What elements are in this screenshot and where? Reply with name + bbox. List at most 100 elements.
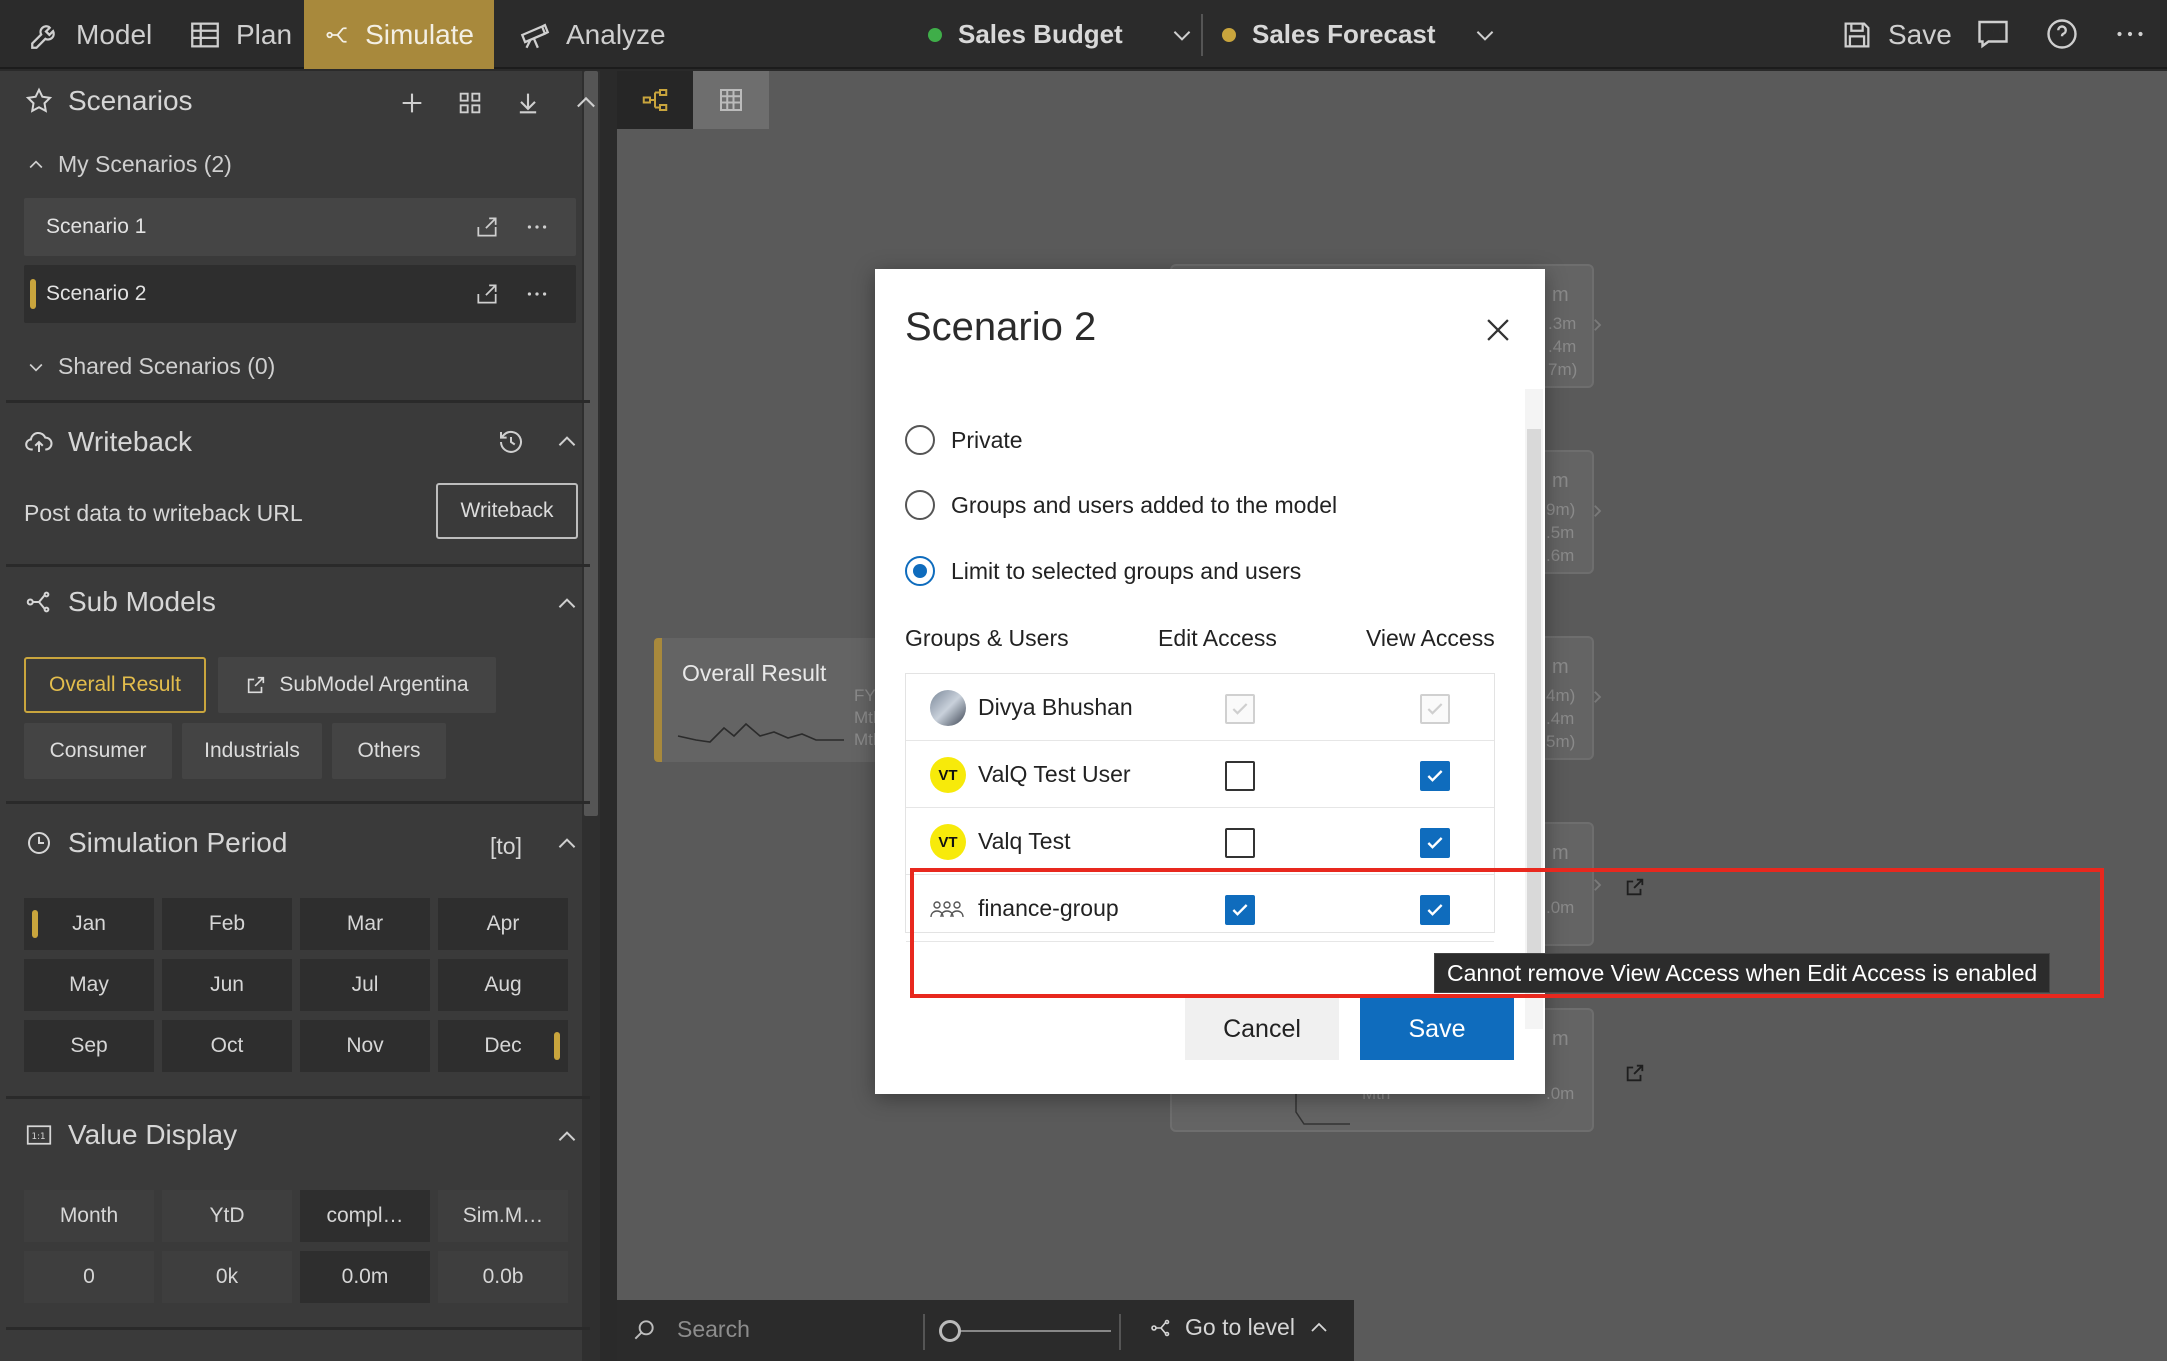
more-icon[interactable]	[524, 281, 550, 307]
grid-icon	[720, 89, 742, 111]
month-mar[interactable]: Mar	[300, 898, 430, 950]
chevron-up-icon[interactable]	[554, 429, 580, 455]
save-button[interactable]: Save	[1360, 998, 1514, 1060]
month-jun[interactable]: Jun	[162, 959, 292, 1011]
writeback-button[interactable]: Writeback	[436, 483, 578, 539]
help-icon[interactable]	[2044, 16, 2080, 52]
more-options-icon[interactable]	[2112, 16, 2148, 52]
edit-access-checkbox[interactable]	[1225, 828, 1255, 858]
writeback-header: Writeback	[24, 426, 192, 458]
submodel-argentina[interactable]: SubModel Argentina	[218, 657, 496, 713]
month-may[interactable]: May	[24, 959, 154, 1011]
value-display-unit-k[interactable]: 0k	[162, 1251, 292, 1303]
month-label: Oct	[210, 1034, 244, 1057]
divider	[6, 1096, 590, 1099]
left-panel-scrollbar[interactable]	[582, 71, 600, 1361]
scenario-item-selected[interactable]: Scenario 2	[24, 265, 576, 323]
chevron-up-icon	[29, 159, 43, 168]
value-display-compl[interactable]: compl…	[300, 1190, 430, 1242]
scenario-item[interactable]: Scenario 1	[24, 198, 576, 256]
month-jan[interactable]: Jan	[24, 898, 154, 950]
range-end-marker[interactable]	[554, 1032, 560, 1060]
cancel-button[interactable]: Cancel	[1185, 998, 1339, 1060]
view-access-checkbox[interactable]	[1420, 828, 1450, 858]
save-button[interactable]: Save	[1820, 0, 1972, 69]
submodel-others[interactable]: Others	[332, 723, 446, 779]
month-sep[interactable]: Sep	[24, 1020, 154, 1072]
month-jul[interactable]: Jul	[300, 959, 430, 1011]
radio-button-selected[interactable]	[905, 556, 935, 586]
share-icon[interactable]	[474, 281, 500, 307]
chevron-up-icon[interactable]	[554, 1124, 580, 1150]
chevron-down-icon	[29, 363, 43, 372]
download-icon[interactable]	[514, 89, 542, 117]
month-label: Apr	[486, 912, 520, 935]
go-to-level-button[interactable]: Go to level	[1149, 1314, 1331, 1341]
tab-model[interactable]: Model	[8, 0, 172, 69]
search-input[interactable]: Search	[631, 1316, 750, 1343]
shared-scenarios-group[interactable]: Shared Scenarios (0)	[26, 353, 275, 380]
scrollbar-thumb[interactable]	[584, 71, 598, 816]
divider	[6, 1327, 590, 1330]
option-model-users[interactable]: Groups and users added to the model	[905, 490, 1337, 520]
external-link-icon[interactable]	[1624, 1062, 1646, 1084]
edit-access-checkbox[interactable]	[1225, 694, 1255, 724]
value-display-unit-0[interactable]: 0	[24, 1251, 154, 1303]
divider	[923, 1314, 925, 1350]
more-icon[interactable]	[524, 214, 550, 240]
model-selector-sales-budget[interactable]: Sales Budget	[928, 0, 1195, 69]
grid-icon[interactable]	[456, 89, 484, 117]
chevron-right-icon[interactable]	[1588, 502, 1606, 520]
radio-button[interactable]	[905, 425, 935, 455]
chevron-up-icon[interactable]	[554, 591, 580, 617]
month-dec[interactable]: Dec	[438, 1020, 568, 1072]
value-display-ytd[interactable]: YtD	[162, 1190, 292, 1242]
clock-icon	[28, 832, 50, 854]
month-aug[interactable]: Aug	[438, 959, 568, 1011]
value-display-simm[interactable]: Sim.M…	[438, 1190, 568, 1242]
submodel-overall-result[interactable]: Overall Result	[24, 657, 206, 713]
tab-analyze[interactable]: Analyze	[498, 0, 686, 69]
edit-access-checkbox[interactable]	[1225, 761, 1255, 791]
submodel-industrials[interactable]: Industrials	[182, 723, 322, 779]
node-title: Overall Result	[682, 660, 827, 686]
zoom-slider[interactable]	[947, 1330, 1111, 1332]
add-icon[interactable]	[398, 89, 426, 117]
divider	[6, 801, 590, 804]
history-icon[interactable]	[496, 427, 526, 457]
range-start-marker[interactable]	[32, 910, 38, 938]
close-icon[interactable]	[1481, 313, 1515, 347]
month-apr[interactable]: Apr	[438, 898, 568, 950]
view-access-checkbox[interactable]	[1420, 694, 1450, 724]
my-scenarios-group[interactable]: My Scenarios (2)	[26, 151, 232, 178]
chevron-up-icon[interactable]	[554, 831, 580, 857]
month-label: Dec	[484, 1034, 522, 1057]
radio-button[interactable]	[905, 490, 935, 520]
month-oct[interactable]: Oct	[162, 1020, 292, 1072]
comment-icon[interactable]	[1975, 16, 2011, 52]
month-feb[interactable]: Feb	[162, 898, 292, 950]
chevron-right-icon[interactable]	[1588, 316, 1606, 334]
value-display-unit-b[interactable]: 0.0b	[438, 1251, 568, 1303]
telescope-icon	[520, 23, 550, 48]
month-nov[interactable]: Nov	[300, 1020, 430, 1072]
option-private[interactable]: Private	[905, 425, 1023, 455]
tab-plan[interactable]: Plan	[168, 0, 312, 69]
overall-result-node[interactable]: Overall Result FY V Mth Mth	[654, 638, 894, 762]
value-display-month[interactable]: Month	[24, 1190, 154, 1242]
submodel-consumer[interactable]: Consumer	[24, 723, 172, 779]
month-label: Jun	[210, 973, 244, 996]
chevron-right-icon[interactable]	[1588, 688, 1606, 706]
view-access-checkbox[interactable]	[1420, 761, 1450, 791]
tab-simulate[interactable]: Simulate	[304, 0, 494, 69]
model-selector-sales-forecast[interactable]: Sales Forecast	[1222, 0, 1498, 69]
tree-view-button[interactable]	[617, 71, 693, 129]
node-unit: m	[1552, 656, 1569, 678]
grid-view-button[interactable]	[693, 71, 769, 129]
chevron-up-icon[interactable]	[572, 89, 600, 117]
zoom-slider-handle[interactable]	[939, 1320, 961, 1342]
share-icon[interactable]	[474, 214, 500, 240]
divider	[1201, 14, 1203, 56]
option-limit-selected[interactable]: Limit to selected groups and users	[905, 556, 1301, 586]
value-display-unit-m[interactable]: 0.0m	[300, 1251, 430, 1303]
